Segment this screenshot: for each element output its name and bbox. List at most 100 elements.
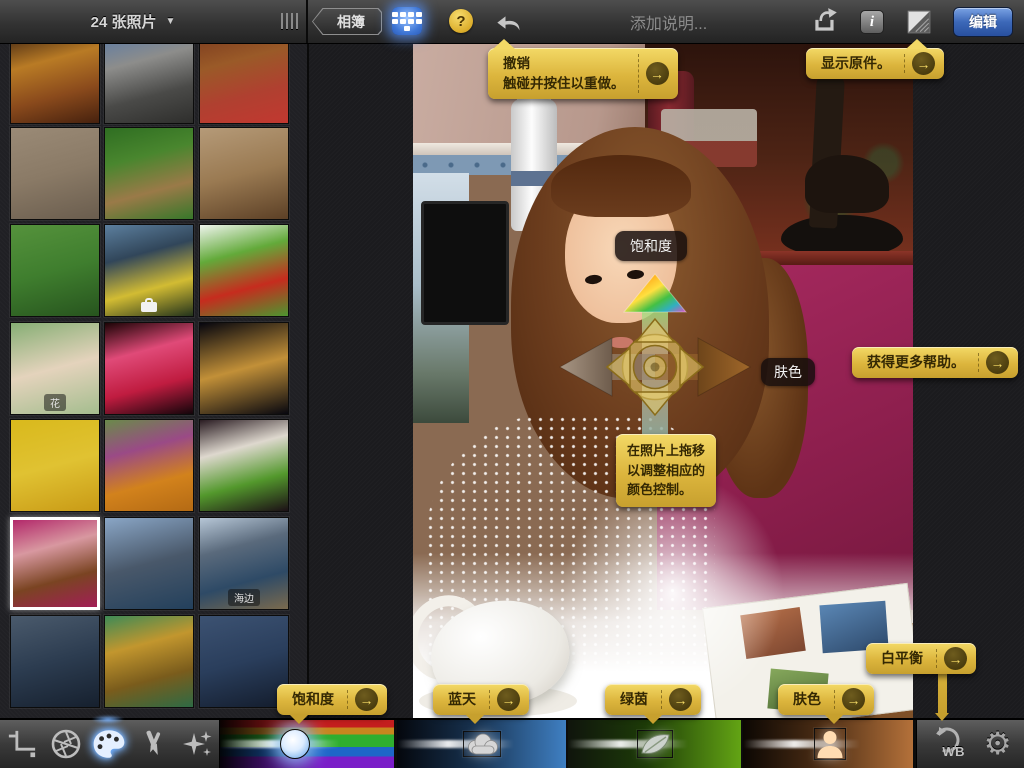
thumbnail-blackbird[interactable] (104, 43, 194, 124)
white-balance-callout: 白平衡 → (866, 643, 976, 674)
photo-count-dropdown[interactable]: 24 张照片 ▼ (18, 0, 248, 43)
brushes-tool-button[interactable] (134, 724, 172, 764)
callout-next-button[interactable]: → (944, 647, 967, 670)
callout-next-button[interactable]: → (646, 62, 669, 85)
thumbnail-red-leaves[interactable] (199, 224, 289, 317)
show-original-callout-text: 显示原件。 (815, 54, 897, 73)
callout-pointer (824, 714, 844, 724)
callout-next-button[interactable]: → (912, 52, 935, 75)
drag-instruction-callout: 在照片上拖移 以调整相应的 颜色控制。 (616, 434, 716, 507)
crop-icon (7, 729, 37, 759)
info-button[interactable]: i (860, 10, 884, 34)
back-to-albums-button[interactable]: 相簿 (312, 8, 382, 35)
slider-skin-tone[interactable] (743, 720, 913, 768)
thumbnail-girl-portrait[interactable] (10, 517, 100, 610)
thumbnail-white-flower-vase[interactable] (199, 419, 289, 512)
blue-sky-slider-thumb[interactable] (463, 731, 501, 757)
skin-arrow-head (698, 338, 750, 396)
photo-bangs (551, 155, 691, 217)
white-balance-label: WB (942, 744, 965, 759)
top-toolbar: 24 张照片 ▼ 相簿 ? 添加说明... i (0, 0, 1024, 44)
brushes-icon (136, 728, 170, 760)
drag-instruction-line2: 以调整相应的 (627, 461, 705, 481)
toolbar-divider (306, 0, 308, 43)
saturation-callout-text: 饱和度 (286, 690, 340, 709)
crop-tool-button[interactable] (3, 724, 41, 764)
thumbnail-flower-terraces[interactable] (104, 419, 194, 512)
white-balance-callout-stem (938, 671, 947, 713)
slider-blue-sky[interactable] (397, 720, 566, 768)
chevron-down-icon: ▼ (165, 16, 175, 27)
more-help-callout-text: 获得更多帮助。 (861, 353, 971, 372)
undo-icon (495, 8, 523, 34)
thumbnail-lakeside[interactable]: 海边 (199, 517, 289, 610)
thumbnail-window-flower[interactable] (104, 224, 194, 317)
thumbnail-night-building[interactable] (199, 322, 289, 415)
blue-sky-callout: 蓝天 → (433, 684, 529, 715)
callout-next-button[interactable]: → (842, 688, 865, 711)
thumbnail-green-tree[interactable] (10, 224, 100, 317)
exposure-tool-button[interactable] (47, 724, 85, 764)
slider-greenery[interactable] (568, 720, 741, 768)
edit-button[interactable]: 编辑 (953, 7, 1013, 37)
thumbnail-samurai-armor[interactable] (104, 615, 194, 708)
iphoto-edit-screen: 24 张照片 ▼ 相簿 ? 添加说明... i (0, 0, 1024, 768)
thumbnail-bar-bottles[interactable] (10, 43, 100, 124)
thumbnail-leaf-on-grass[interactable] (104, 127, 194, 220)
thumbnail-rocky-shore[interactable] (10, 615, 100, 708)
show-original-button[interactable] (905, 7, 933, 37)
white-balance-button[interactable]: WB (930, 726, 970, 762)
undo-button[interactable] (495, 8, 523, 34)
thumbnail-pink-flower[interactable] (104, 322, 194, 415)
thumbnail-sea-storm-clouds[interactable] (104, 517, 194, 610)
skin-overlay-label: 肤色 (761, 358, 815, 386)
sidebar-resize-handle[interactable] (279, 13, 299, 29)
gear-icon[interactable]: ⚙ (984, 729, 1012, 760)
thumbnail-flower-bud[interactable]: 花 (10, 322, 100, 415)
saturation-callout: 饱和度 → (277, 684, 387, 715)
leaf-icon (638, 731, 672, 757)
palette-icon (91, 728, 127, 760)
thumbnail-stone-building[interactable] (10, 127, 100, 220)
white-balance-panel: WB ⚙ (916, 720, 1024, 768)
effects-icon (180, 728, 214, 760)
white-balance-callout-text: 白平衡 (875, 649, 929, 668)
color-tool-button[interactable] (90, 724, 128, 764)
callout-next-button[interactable]: → (355, 688, 378, 711)
exposure-icon (50, 728, 82, 760)
bottom-toolbar: WB ⚙ (0, 718, 1024, 768)
share-button[interactable] (810, 6, 840, 36)
greenery-slider-thumb[interactable] (637, 730, 673, 758)
thumbnail-yellow-flowers[interactable] (10, 419, 100, 512)
undo-callout-line1: 撤销 (503, 54, 625, 74)
thumbnail-mannequins[interactable] (199, 127, 289, 220)
callout-pointer (643, 714, 663, 724)
photo-tv (421, 201, 509, 325)
saturation-slider-thumb[interactable] (280, 729, 310, 759)
callout-pointer (465, 714, 485, 724)
thumbnail-grid: 花海边 (0, 43, 309, 718)
show-original-callout: 显示原件。 → (806, 48, 944, 79)
help-button[interactable]: ? (449, 9, 473, 33)
callout-next-button[interactable]: → (497, 688, 520, 711)
toolbox-icon (141, 302, 157, 312)
drag-instruction-line1: 在照片上拖移 (627, 441, 705, 461)
thumbnail-label: 花 (44, 394, 66, 411)
left-arrow-head (560, 338, 612, 396)
caption-field[interactable]: 添加说明... (566, 0, 771, 43)
thumbnail-grid-toggle-button[interactable] (392, 7, 422, 35)
drag-instruction-line3: 颜色控制。 (627, 480, 705, 500)
slider-saturation[interactable] (220, 720, 394, 768)
callout-pointer (493, 39, 515, 49)
thumbnail-label: 海边 (228, 589, 260, 606)
thumbnail-storm-towers[interactable] (199, 615, 289, 708)
thumbnail-red-bus[interactable] (199, 43, 289, 124)
callout-pointer (289, 714, 309, 724)
effects-tool-button[interactable] (178, 724, 216, 764)
skin-tone-callout: 肤色 → (778, 684, 874, 715)
callout-next-button[interactable]: → (669, 688, 692, 711)
photo-count-label: 24 张照片 (91, 11, 157, 32)
undo-callout-line2: 触碰并按住以重做。 (503, 74, 625, 94)
skin-tone-slider-thumb[interactable] (814, 728, 846, 760)
callout-next-button[interactable]: → (986, 351, 1009, 374)
